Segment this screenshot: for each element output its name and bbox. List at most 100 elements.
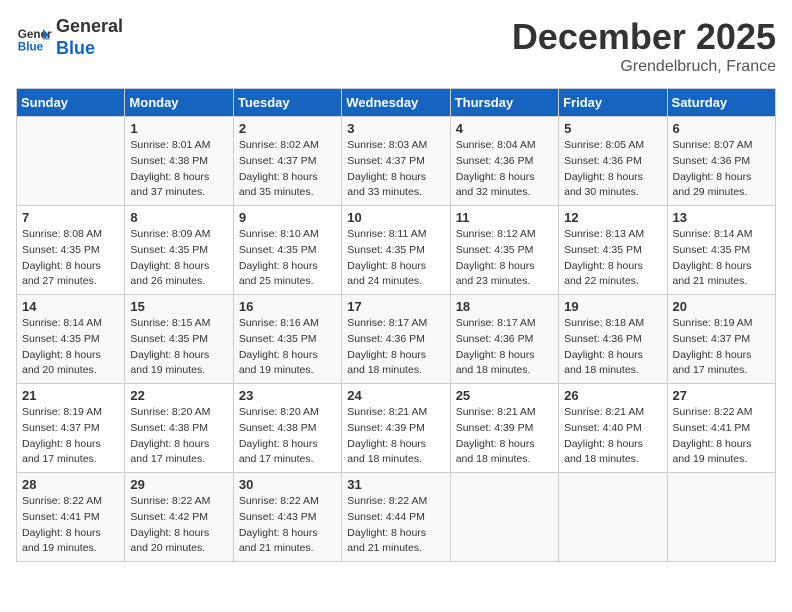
- calendar-cell: 24 Sunrise: 8:21 AMSunset: 4:39 PMDayligh…: [342, 384, 450, 473]
- day-number: 9: [239, 210, 336, 225]
- day-number: 10: [347, 210, 444, 225]
- day-number: 7: [22, 210, 119, 225]
- day-info: Sunrise: 8:14 AMSunset: 4:35 PMDaylight:…: [22, 316, 119, 379]
- day-number: 11: [456, 210, 553, 225]
- day-info: Sunrise: 8:22 AMSunset: 4:41 PMDaylight:…: [22, 494, 119, 557]
- calendar-cell: 23 Sunrise: 8:20 AMSunset: 4:38 PMDayligh…: [233, 384, 341, 473]
- day-info: Sunrise: 8:05 AMSunset: 4:36 PMDaylight:…: [564, 138, 661, 201]
- day-number: 26: [564, 388, 661, 403]
- day-info: Sunrise: 8:16 AMSunset: 4:35 PMDaylight:…: [239, 316, 336, 379]
- day-number: 1: [130, 121, 227, 136]
- day-number: 3: [347, 121, 444, 136]
- week-row-5: 28 Sunrise: 8:22 AMSunset: 4:41 PMDayligh…: [17, 473, 776, 562]
- calendar-cell: [17, 117, 125, 206]
- day-info: Sunrise: 8:22 AMSunset: 4:41 PMDaylight:…: [673, 405, 770, 468]
- calendar-cell: 22 Sunrise: 8:20 AMSunset: 4:38 PMDayligh…: [125, 384, 233, 473]
- day-number: 2: [239, 121, 336, 136]
- weekday-header-saturday: Saturday: [667, 89, 775, 117]
- calendar-cell: 14 Sunrise: 8:14 AMSunset: 4:35 PMDayligh…: [17, 295, 125, 384]
- calendar-cell: 18Sunrise: 8:17 AMSunset: 4:36 PMDayligh…: [450, 295, 558, 384]
- calendar-cell: 5 Sunrise: 8:05 AMSunset: 4:36 PMDaylight…: [559, 117, 667, 206]
- day-info: Sunrise: 8:11 AMSunset: 4:35 PMDaylight:…: [347, 227, 444, 290]
- day-info: Sunrise: 8:17 AMSunset: 4:36 PMDaylight:…: [347, 316, 444, 379]
- day-info: Sunrise: 8:22 AMSunset: 4:42 PMDaylight:…: [130, 494, 227, 557]
- weekday-header-tuesday: Tuesday: [233, 89, 341, 117]
- logo-icon: General Blue: [16, 20, 52, 56]
- day-number: 4: [456, 121, 553, 136]
- day-number: 25: [456, 388, 553, 403]
- weekday-header-wednesday: Wednesday: [342, 89, 450, 117]
- day-number: 31: [347, 477, 444, 492]
- calendar-cell: 12Sunrise: 8:13 AMSunset: 4:35 PMDayligh…: [559, 206, 667, 295]
- calendar-table: SundayMondayTuesdayWednesdayThursdayFrid…: [16, 88, 776, 562]
- calendar-body: 1 Sunrise: 8:01 AMSunset: 4:38 PMDaylight…: [17, 117, 776, 562]
- day-number: 22: [130, 388, 227, 403]
- day-number: 28: [22, 477, 119, 492]
- calendar-cell: 31 Sunrise: 8:22 AMSunset: 4:44 PMDayligh…: [342, 473, 450, 562]
- logo-blue: Blue: [56, 38, 123, 60]
- day-info: Sunrise: 8:20 AMSunset: 4:38 PMDaylight:…: [130, 405, 227, 468]
- weekday-header-sunday: Sunday: [17, 89, 125, 117]
- title-block: December 2025 Grendelbruch, France: [512, 16, 776, 76]
- calendar-cell: 10 Sunrise: 8:11 AMSunset: 4:35 PMDayligh…: [342, 206, 450, 295]
- day-number: 27: [673, 388, 770, 403]
- svg-text:Blue: Blue: [18, 40, 44, 53]
- week-row-1: 1 Sunrise: 8:01 AMSunset: 4:38 PMDaylight…: [17, 117, 776, 206]
- logo-general: General: [56, 16, 123, 38]
- calendar-cell: 15Sunrise: 8:15 AMSunset: 4:35 PMDayligh…: [125, 295, 233, 384]
- day-info: Sunrise: 8:12 AMSunset: 4:35 PMDaylight:…: [456, 227, 553, 290]
- week-row-3: 14 Sunrise: 8:14 AMSunset: 4:35 PMDayligh…: [17, 295, 776, 384]
- day-info: Sunrise: 8:19 AMSunset: 4:37 PMDaylight:…: [673, 316, 770, 379]
- day-info: Sunrise: 8:18 AMSunset: 4:36 PMDaylight:…: [564, 316, 661, 379]
- day-number: 21: [22, 388, 119, 403]
- calendar-cell: 27 Sunrise: 8:22 AMSunset: 4:41 PMDayligh…: [667, 384, 775, 473]
- calendar-cell: 20 Sunrise: 8:19 AMSunset: 4:37 PMDayligh…: [667, 295, 775, 384]
- day-number: 29: [130, 477, 227, 492]
- day-info: Sunrise: 8:22 AMSunset: 4:43 PMDaylight:…: [239, 494, 336, 557]
- calendar-cell: 13Sunrise: 8:14 AMSunset: 4:35 PMDayligh…: [667, 206, 775, 295]
- day-info: Sunrise: 8:20 AMSunset: 4:38 PMDaylight:…: [239, 405, 336, 468]
- day-info: Sunrise: 8:21 AMSunset: 4:39 PMDaylight:…: [347, 405, 444, 468]
- calendar-cell: 8Sunrise: 8:09 AMSunset: 4:35 PMDaylight…: [125, 206, 233, 295]
- calendar-cell: [667, 473, 775, 562]
- day-info: Sunrise: 8:10 AMSunset: 4:35 PMDaylight:…: [239, 227, 336, 290]
- calendar-cell: 30 Sunrise: 8:22 AMSunset: 4:43 PMDayligh…: [233, 473, 341, 562]
- calendar-cell: 21 Sunrise: 8:19 AMSunset: 4:37 PMDayligh…: [17, 384, 125, 473]
- day-info: Sunrise: 8:01 AMSunset: 4:38 PMDaylight:…: [130, 138, 227, 201]
- day-info: Sunrise: 8:03 AMSunset: 4:37 PMDaylight:…: [347, 138, 444, 201]
- day-info: Sunrise: 8:09 AMSunset: 4:35 PMDaylight:…: [130, 227, 227, 290]
- page-header: General Blue General Blue December 2025 …: [16, 16, 776, 76]
- day-number: 30: [239, 477, 336, 492]
- day-info: Sunrise: 8:22 AMSunset: 4:44 PMDaylight:…: [347, 494, 444, 557]
- day-number: 20: [673, 299, 770, 314]
- day-number: 5: [564, 121, 661, 136]
- day-info: Sunrise: 8:13 AMSunset: 4:35 PMDaylight:…: [564, 227, 661, 290]
- day-number: 13: [673, 210, 770, 225]
- calendar-cell: 29 Sunrise: 8:22 AMSunset: 4:42 PMDayligh…: [125, 473, 233, 562]
- calendar-cell: [450, 473, 558, 562]
- calendar-cell: 3 Sunrise: 8:03 AMSunset: 4:37 PMDaylight…: [342, 117, 450, 206]
- day-info: Sunrise: 8:08 AMSunset: 4:35 PMDaylight:…: [22, 227, 119, 290]
- day-number: 15: [130, 299, 227, 314]
- day-number: 24: [347, 388, 444, 403]
- calendar-cell: 26Sunrise: 8:21 AMSunset: 4:40 PMDayligh…: [559, 384, 667, 473]
- location: Grendelbruch, France: [512, 58, 776, 76]
- day-info: Sunrise: 8:21 AMSunset: 4:39 PMDaylight:…: [456, 405, 553, 468]
- day-info: Sunrise: 8:02 AMSunset: 4:37 PMDaylight:…: [239, 138, 336, 201]
- logo: General Blue General Blue: [16, 16, 123, 59]
- calendar-cell: 7 Sunrise: 8:08 AMSunset: 4:35 PMDaylight…: [17, 206, 125, 295]
- day-number: 14: [22, 299, 119, 314]
- day-info: Sunrise: 8:19 AMSunset: 4:37 PMDaylight:…: [22, 405, 119, 468]
- day-number: 16: [239, 299, 336, 314]
- week-row-4: 21 Sunrise: 8:19 AMSunset: 4:37 PMDayligh…: [17, 384, 776, 473]
- calendar-cell: 17Sunrise: 8:17 AMSunset: 4:36 PMDayligh…: [342, 295, 450, 384]
- calendar-cell: 1 Sunrise: 8:01 AMSunset: 4:38 PMDaylight…: [125, 117, 233, 206]
- calendar-cell: 6Sunrise: 8:07 AMSunset: 4:36 PMDaylight…: [667, 117, 775, 206]
- day-number: 18: [456, 299, 553, 314]
- weekday-header-monday: Monday: [125, 89, 233, 117]
- weekday-header-friday: Friday: [559, 89, 667, 117]
- calendar-cell: 4Sunrise: 8:04 AMSunset: 4:36 PMDaylight…: [450, 117, 558, 206]
- weekday-header-thursday: Thursday: [450, 89, 558, 117]
- day-number: 19: [564, 299, 661, 314]
- day-number: 23: [239, 388, 336, 403]
